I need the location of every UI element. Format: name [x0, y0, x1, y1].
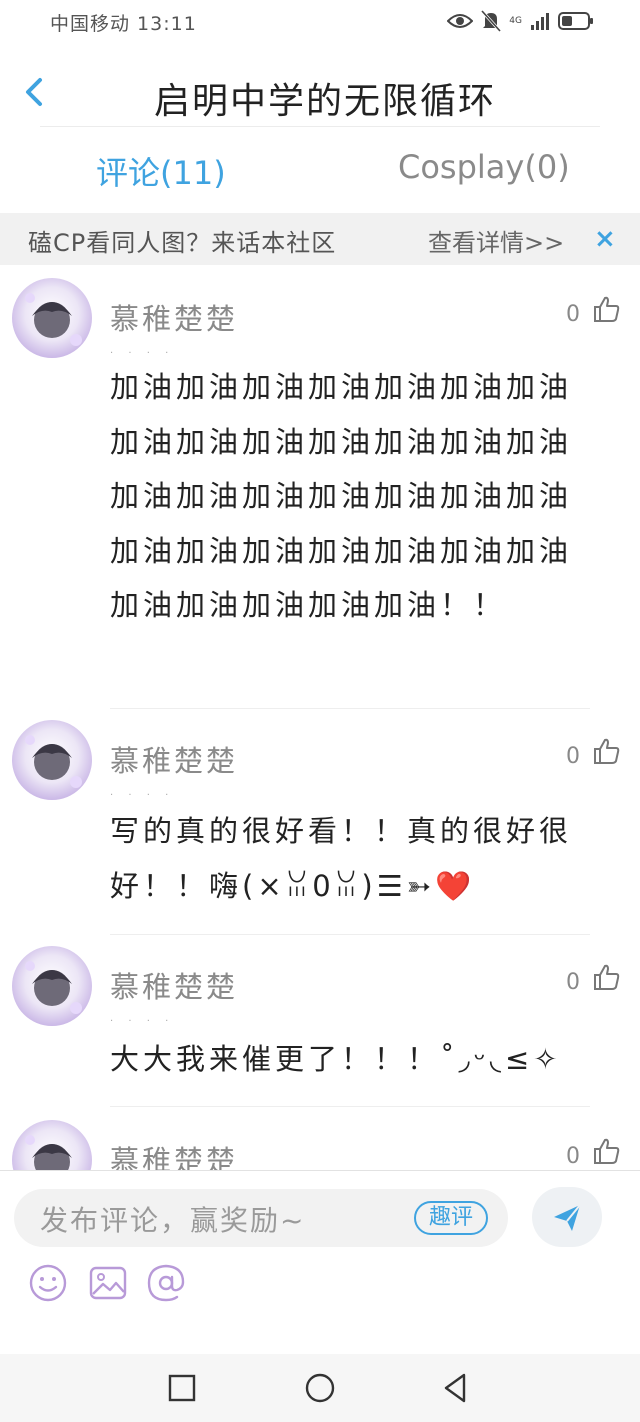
avatar[interactable] — [12, 720, 92, 800]
network-label: 4G — [509, 16, 522, 26]
send-icon — [554, 1204, 581, 1231]
like-count: 0 — [566, 302, 580, 327]
like-button[interactable] — [592, 736, 622, 766]
comment-divider — [110, 934, 590, 935]
separator-dots: · · · · — [110, 348, 175, 359]
banner-close-button[interactable]: × — [594, 224, 616, 254]
avatar[interactable] — [12, 946, 92, 1026]
avatar-image — [25, 961, 82, 1014]
recent-apps-button[interactable] — [164, 1370, 200, 1406]
mention-button[interactable] — [146, 1263, 186, 1303]
like-count: 0 — [566, 1144, 580, 1169]
comment-input[interactable]: 发布评论，赢奖励~ 趣评 — [14, 1189, 508, 1247]
send-button[interactable] — [532, 1187, 602, 1247]
promo-banner[interactable]: 磕CP看同人图？来话本社区 查看详情>> × — [0, 213, 640, 265]
image-icon — [89, 1266, 127, 1300]
thumbs-up-icon — [594, 964, 620, 990]
avatar-image — [25, 735, 82, 788]
username[interactable]: 慕稚楚楚 — [110, 296, 238, 338]
like-button[interactable] — [592, 962, 622, 992]
tab-bar: 评论(11) Cosplay(0) — [0, 148, 640, 204]
image-button[interactable] — [88, 1263, 128, 1303]
signal-icon — [531, 13, 549, 30]
separator-dots: · · · · — [110, 790, 175, 801]
comment-divider — [110, 708, 590, 709]
back-icon — [444, 1373, 466, 1403]
emoji-icon — [29, 1264, 67, 1302]
like-button[interactable] — [592, 294, 622, 324]
status-icons: 4G — [447, 10, 594, 32]
home-button[interactable] — [302, 1370, 338, 1406]
status-bar: 中国移动 13:11 4G — [0, 0, 640, 44]
system-back-button[interactable] — [438, 1370, 474, 1406]
comment-divider — [110, 1106, 590, 1107]
like-button[interactable] — [592, 1136, 622, 1166]
home-icon — [305, 1373, 335, 1403]
thumbs-up-icon — [594, 738, 620, 764]
page-title: 启明中学的无限循环 — [153, 81, 496, 122]
back-button[interactable] — [18, 72, 54, 112]
at-icon — [147, 1264, 185, 1302]
like-count: 0 — [566, 970, 580, 995]
thumbs-up-icon — [594, 1138, 620, 1164]
avatar[interactable] — [12, 278, 92, 358]
banner-text: 磕CP看同人图？来话本社区 — [28, 229, 337, 257]
banner-details-link[interactable]: 查看详情>> — [428, 223, 564, 258]
comment-input-placeholder: 发布评论，赢奖励~ — [40, 1204, 306, 1237]
avatar-image — [25, 293, 82, 346]
recent-apps-icon — [168, 1374, 196, 1402]
emoji-button[interactable] — [28, 1263, 68, 1303]
thumbs-up-icon — [594, 296, 620, 322]
battery-icon — [558, 12, 593, 30]
username[interactable]: 慕稚楚楚 — [110, 964, 238, 1006]
carrier-time: 中国移动 13:11 — [50, 13, 197, 35]
comment-composer: 发布评论，赢奖励~ 趣评 — [0, 1170, 640, 1354]
quping-button[interactable]: 趣评 — [414, 1201, 488, 1235]
separator-dots: · · · · — [110, 1016, 175, 1027]
system-nav-bar — [0, 1354, 640, 1422]
eye-icon — [447, 14, 474, 28]
mute-bell-icon — [481, 10, 502, 32]
comment-text: 大大我来催更了！！！˚◞ᵕ◟≤✧ — [110, 1042, 562, 1076]
username[interactable]: 慕稚楚楚 — [110, 738, 238, 780]
like-count: 0 — [566, 744, 580, 769]
tab-cosplay[interactable]: Cosplay(0) — [398, 148, 570, 186]
header-divider — [40, 126, 600, 127]
comment-text: 加油加油加油加油加油加油加油加油加油加油加油加油加油加油加油加油加油加油加油加油… — [110, 370, 573, 622]
chevron-left-icon — [26, 78, 42, 106]
comment-text: 写的真的很好看！！真的很好很好！！嗨(×ꈍ0ꈍ)☰➳❤️ — [110, 814, 573, 903]
tab-comments[interactable]: 评论(11) — [96, 148, 226, 194]
